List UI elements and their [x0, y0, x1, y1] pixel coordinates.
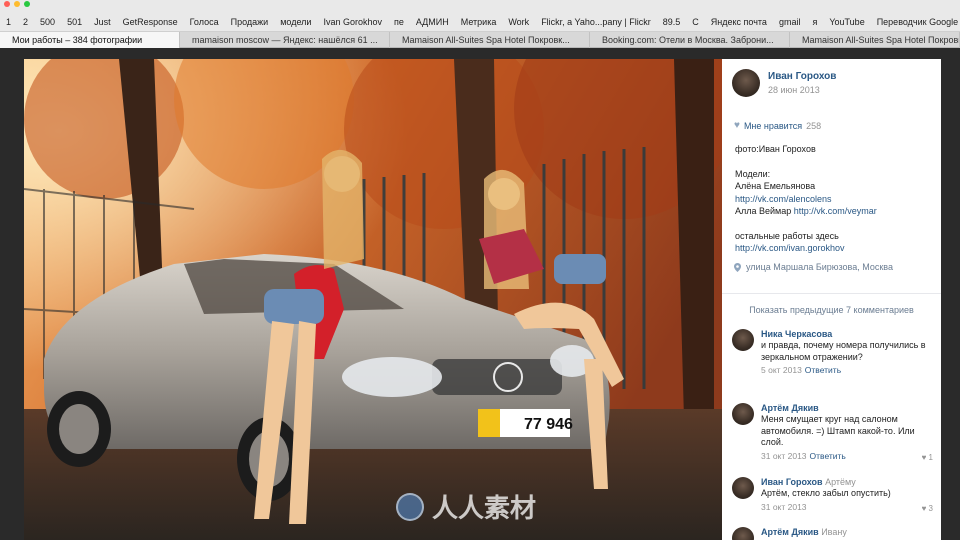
likes-label: Мне нравится	[743, 120, 803, 131]
post-date[interactable]: 28 июн 2013	[768, 85, 836, 95]
comment-avatar[interactable]	[732, 329, 754, 351]
comment-avatar[interactable]	[732, 403, 754, 425]
comment-text: Артём, стекло забыл опустить)	[761, 488, 891, 498]
browser-tab[interactable]: Booking.com: Отели в Москва. Заброни...	[590, 32, 790, 48]
like-button[interactable]: ♥ Мне нравится 258	[734, 120, 821, 131]
bookmark-item[interactable]: Голоса	[184, 17, 225, 27]
comment-reply-link[interactable]: Ответить	[810, 451, 846, 461]
bookmark-item[interactable]: я	[806, 17, 823, 27]
browser-tab[interactable]: Mamaison All-Suites Spa Hotel Покровк...	[390, 32, 590, 48]
license-plate-text: 77 946	[524, 416, 573, 433]
bookmark-item[interactable]: модели	[274, 17, 317, 27]
browser-tab[interactable]: Mamaison All-Suites Spa Hotel Покровка..…	[790, 32, 960, 48]
close-window-icon[interactable]	[4, 1, 10, 7]
comment-reply-to[interactable]: Ивану	[821, 527, 847, 537]
likes-count: 258	[806, 120, 822, 131]
bookmark-item[interactable]: Just	[88, 17, 117, 27]
bookmark-item[interactable]: 2	[17, 17, 34, 27]
window-controls	[4, 1, 30, 7]
bookmark-item[interactable]: АДМИН	[410, 17, 455, 27]
comment-text: и правда, почему номера получились в зер…	[761, 340, 926, 362]
comment-text: Меня смущает круг над салоном автомобиля…	[761, 414, 915, 447]
photo-info-panel: Иван Горохов 28 июн 2013 ♥ Мне нравится …	[722, 59, 941, 540]
tab-strip: Мои работы – 384 фотографии mamaison mosc…	[0, 32, 960, 48]
bookmark-item[interactable]: пе	[388, 17, 410, 27]
heart-icon: ♥	[734, 120, 740, 131]
comment-author[interactable]: Артём Дякив	[761, 403, 937, 413]
minimize-window-icon[interactable]	[14, 1, 20, 7]
comment-avatar[interactable]	[732, 527, 754, 540]
bookmark-item[interactable]: Продажи	[225, 17, 275, 27]
bookmark-item[interactable]: Переводчик Google	[871, 17, 960, 27]
comment-like-button[interactable]: ♥ 1	[922, 453, 933, 462]
bookmark-item[interactable]: gmail	[773, 17, 807, 27]
comment-avatar[interactable]	[732, 477, 754, 499]
photo[interactable]: 77 946	[24, 59, 722, 540]
bookmark-item[interactable]: 1	[0, 17, 17, 27]
bookmark-item[interactable]: 501	[61, 17, 88, 27]
models-label: Модели:	[735, 168, 771, 179]
comment-like-count: 1	[928, 453, 933, 462]
model1-name: Алёна Емельянова	[735, 181, 816, 191]
other-works-label: остальные работы здесь	[735, 230, 839, 241]
model2-link[interactable]: http://vk.com/veymar	[794, 206, 877, 216]
comment-author[interactable]: Ника Черкасова	[761, 329, 937, 339]
model1-link[interactable]: http://vk.com/alencolens	[735, 193, 935, 206]
comment-date[interactable]: 5 окт 2013	[761, 365, 802, 375]
comment-reply-link[interactable]: Ответить	[805, 365, 841, 375]
heart-icon: ♥	[921, 504, 929, 513]
bookmark-item[interactable]: С	[686, 17, 705, 27]
photo-credit: фото:Иван Горохов	[735, 144, 816, 154]
bookmark-item[interactable]: Ivan Gorokhov	[317, 17, 388, 27]
bookmarks-bar: 1 2 500 501 Just GetResponse Голоса Продажи моде…	[0, 0, 960, 32]
author-avatar[interactable]	[732, 69, 760, 97]
model2-name: Алла Веймар	[735, 206, 792, 216]
photo-image: 77 946	[24, 59, 722, 540]
comment-author[interactable]: Артём Дякив	[761, 527, 819, 537]
location-pin-icon	[734, 262, 741, 272]
bookmark-item[interactable]: Яндекс почта	[705, 17, 773, 27]
bookmark-item[interactable]: 89.5	[657, 17, 687, 27]
author-name[interactable]: Иван Горохов	[768, 71, 836, 82]
bookmark-item[interactable]: 500	[34, 17, 61, 27]
browser-tab[interactable]: mamaison moscow — Яндекс: нашёлся 61 ...	[180, 32, 390, 48]
browser-tab[interactable]: Мои работы – 384 фотографии	[0, 32, 180, 48]
show-previous-comments-link[interactable]: Показать предыдущие 7 комментариев	[722, 305, 941, 315]
photo-description: фото:Иван Горохов Модели: Алёна Емельяно…	[735, 143, 935, 255]
bookmark-list: 1 2 500 501 Just GetResponse Голоса Продажи моде…	[0, 14, 960, 30]
maximize-window-icon[interactable]	[24, 1, 30, 7]
comment-reply-to[interactable]: Артёму	[825, 477, 856, 487]
location-text: улица Маршала Бирюзова, Москва	[746, 262, 893, 272]
other-works-link[interactable]: http://vk.com/ivan.gorokhov	[735, 242, 935, 255]
bookmark-item[interactable]: Work	[502, 17, 535, 27]
heart-icon: ♥	[921, 453, 929, 462]
comment-like-button[interactable]: ♥ 3	[922, 504, 933, 513]
location[interactable]: улица Маршала Бирюзова, Москва	[734, 262, 893, 272]
divider	[722, 293, 941, 294]
post-author: Иван Горохов 28 июн 2013	[732, 69, 836, 97]
comment-date[interactable]: 31 окт 2013	[761, 451, 807, 461]
comment-like-count: 3	[928, 504, 933, 513]
bookmark-item[interactable]: YouTube	[823, 17, 870, 27]
bookmark-item[interactable]: GetResponse	[117, 17, 184, 27]
bookmark-item[interactable]: Метрика	[455, 17, 503, 27]
bookmark-item[interactable]: Flickr, a Yaho...pany | Flickr	[535, 17, 657, 27]
comment-author[interactable]: Иван Горохов	[761, 477, 823, 487]
comment-date[interactable]: 31 окт 2013	[761, 502, 807, 512]
